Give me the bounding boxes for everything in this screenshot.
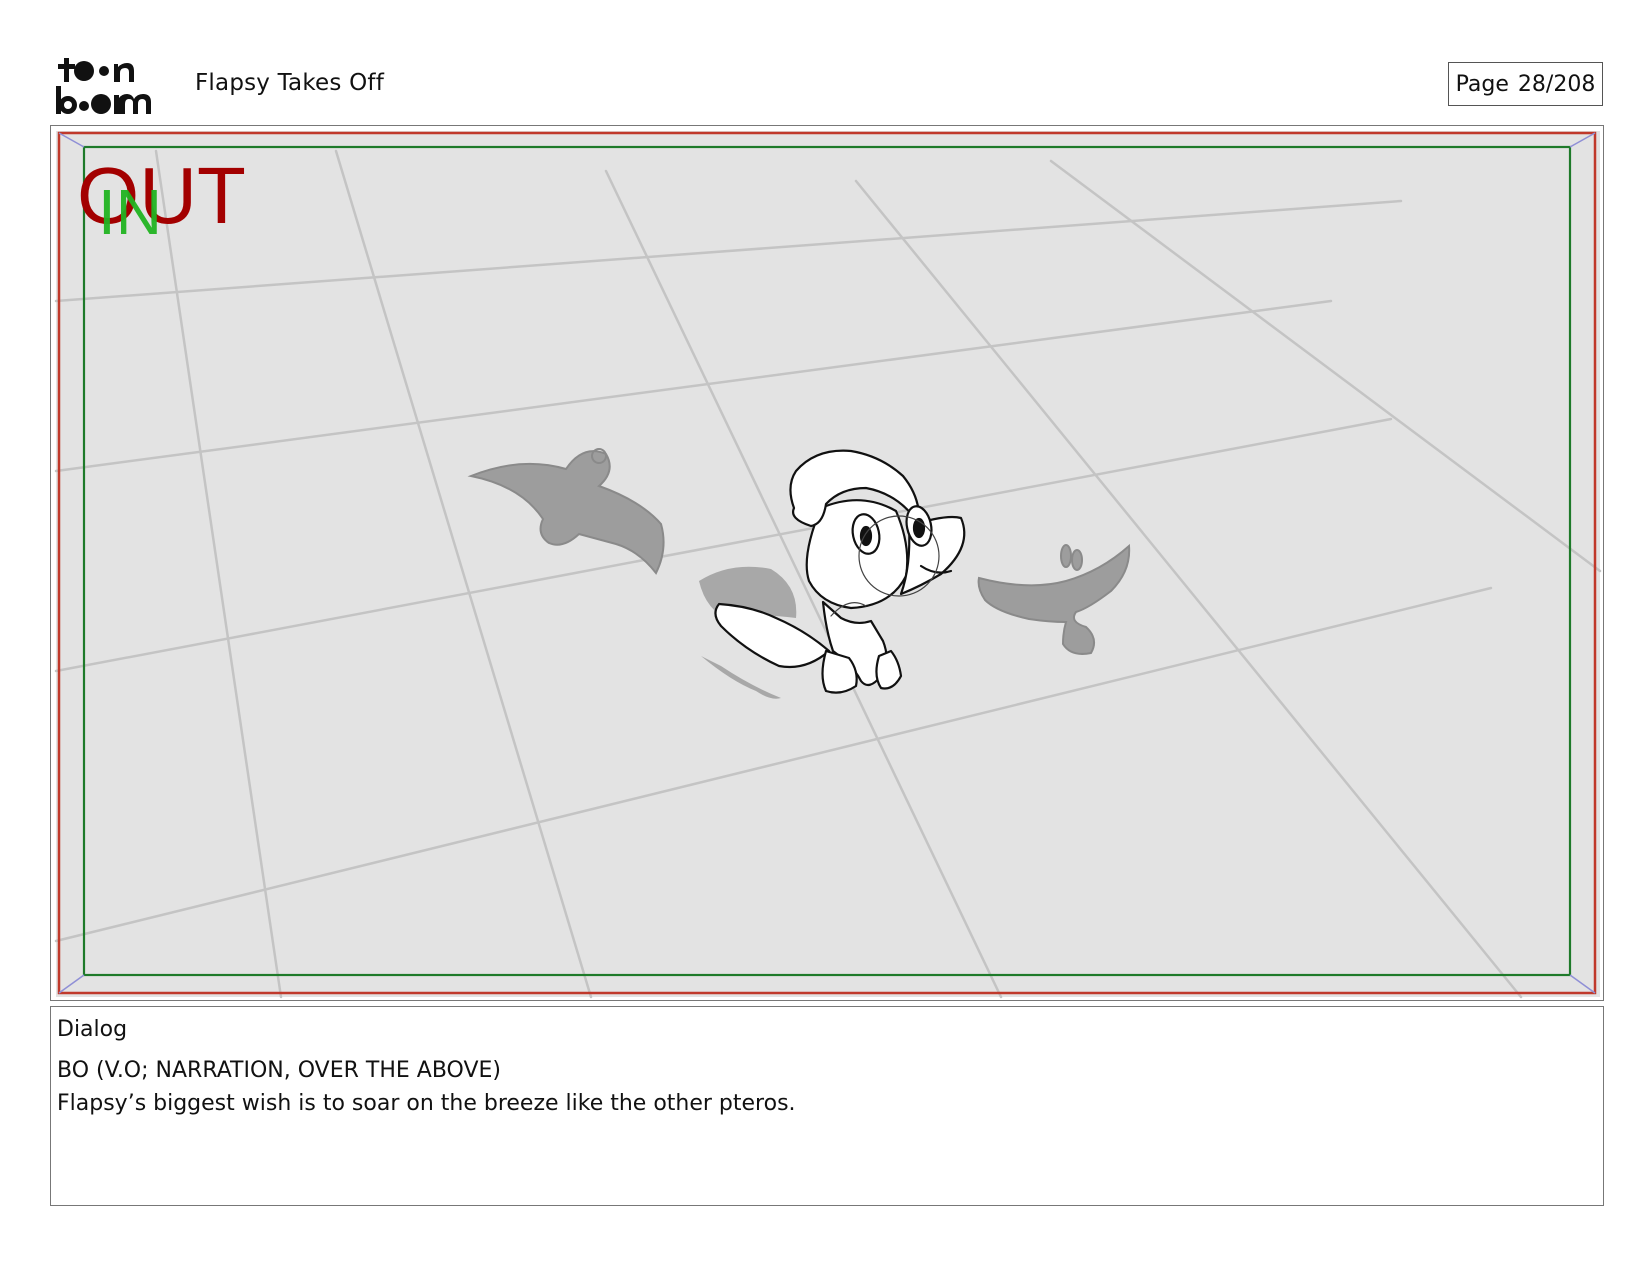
dialog-heading: Dialog [57,1017,128,1042]
in-label: IN [98,176,162,248]
page-number: 28/208 [1517,71,1596,97]
toon-boom-logo [56,58,151,114]
page-indicator: Page 28/208 [1448,62,1603,106]
storyboard-panel: OUT IN [50,125,1604,1001]
dialog-line: Flapsy’s biggest wish is to soar on the … [57,1091,796,1116]
project-title: Flapsy Takes Off [195,70,384,96]
dialog-box: Dialog BO (V.O; NARRATION, OVER THE ABOV… [50,1006,1604,1206]
dialog-speaker: BO (V.O; NARRATION, OVER THE ABOVE) [57,1058,501,1083]
page-label: Page [1455,71,1509,97]
panel-artwork: OUT IN [54,131,1602,999]
